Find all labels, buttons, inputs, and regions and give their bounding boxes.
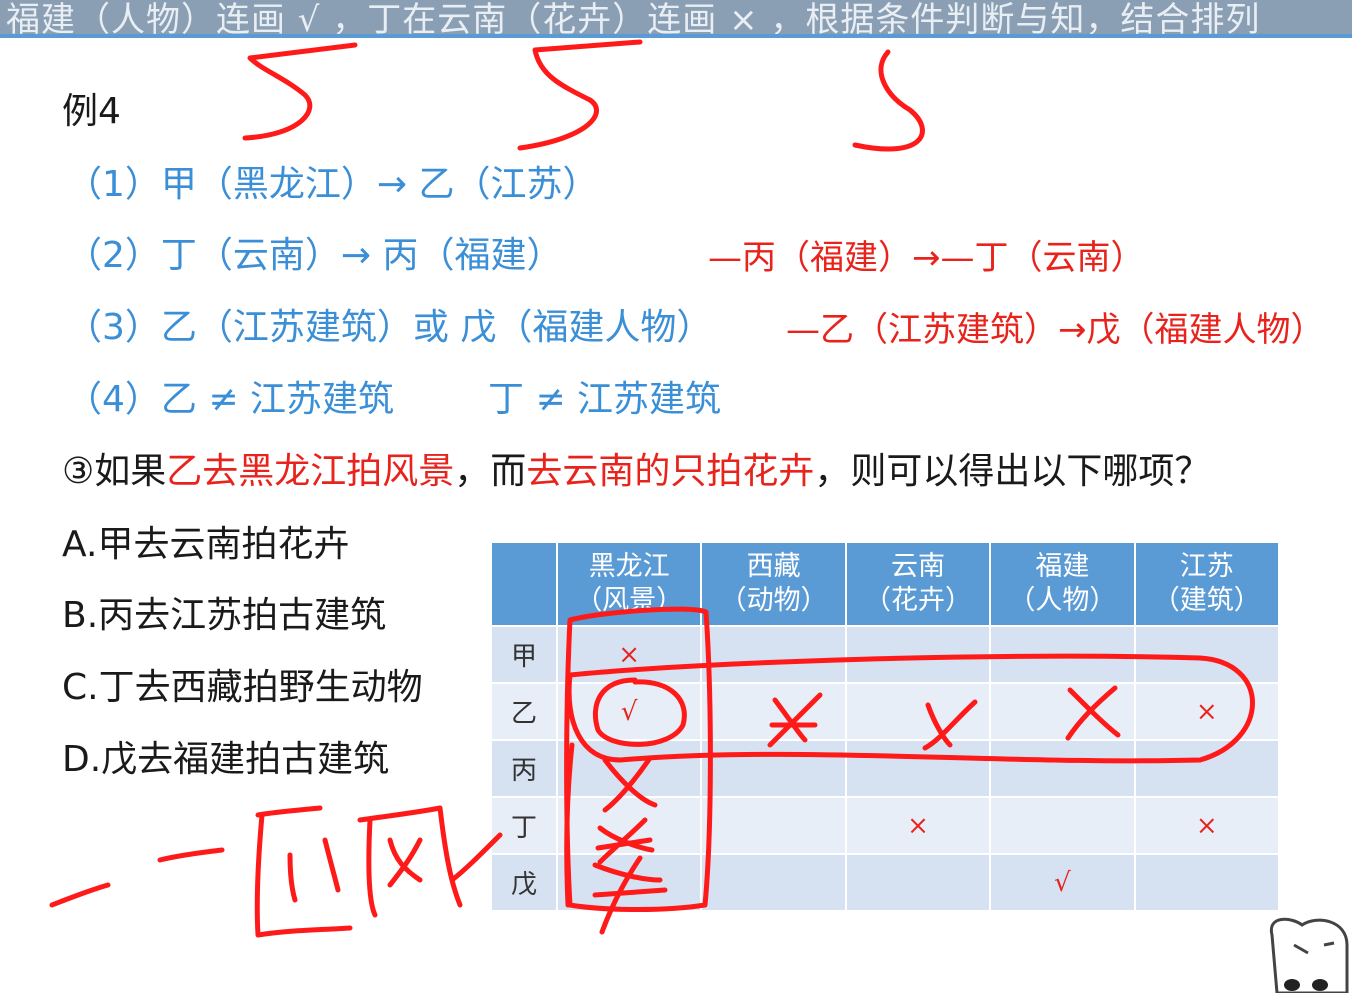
ink-five-3 [852,49,925,152]
table-cell [1133,853,1281,912]
table-cell [844,682,992,741]
option-a[interactable]: A.甲去云南拍花卉 [62,515,349,567]
ink-dash-1 [49,882,111,908]
table-cell [700,625,847,684]
condition-1: （1）甲（黑龙江）→ 乙（江苏） [66,164,599,205]
ink-five-2 [517,39,643,151]
table-cell [555,739,703,798]
table-row: 乙 √ × [490,682,1281,741]
condition-2: （2）丁（云南）→ 丙（福建） [66,235,563,276]
question-condition-1: 乙去黑龙江拍风景 [166,451,455,492]
table-row: 甲 × [490,625,1281,684]
condition-2-note: —丙（福建）→—丁（云南） [708,238,1145,278]
table-row: 丁 × × [490,796,1281,855]
table-cell: √ [555,682,703,741]
question-mid: ，而 [454,451,527,492]
table-cell [555,796,703,855]
table-cell: × [555,625,703,684]
option-d[interactable]: D.戊去福建拍古建筑 [62,730,389,782]
table-row: 丙 [490,739,1281,798]
condition-4-second: 丁 ≠ 江苏建筑 [488,379,722,420]
table-cell [555,853,703,912]
question-suffix: ，则可以得出以下哪项？ [814,451,1211,492]
table-cell [989,796,1136,855]
row-header: 丁 [490,796,558,855]
table-cell: √ [989,853,1136,912]
top-banner-border [0,34,1352,38]
table-cell: × [844,796,992,855]
question-condition-2: 去云南的只拍花卉 [526,451,815,492]
table-cell [700,739,847,798]
question-prefix: ③如果 [62,451,167,492]
logic-grid-table: 黑龙江 （风景） 西藏 （动物） 云南 （花卉） 福建 （人物） 江苏 （建筑） 甲 × … [490,541,1281,912]
row-header: 丙 [490,739,558,798]
table-cell [1133,739,1281,798]
mascot-icon [1269,917,1349,993]
table-header-row: 黑龙江 （风景） 西藏 （动物） 云南 （花卉） 福建 （人物） 江苏 （建筑） [490,541,1281,627]
condition-3-note: —乙（江苏建筑）→戊（福建人物） [786,310,1325,350]
table-cell: × [1133,796,1281,855]
header-fujian: 福建 （人物） [989,541,1136,627]
ink-five-1 [242,42,358,141]
table-cell [844,739,992,798]
table-cell [989,625,1136,684]
table-corner-cell [490,541,558,627]
top-banner-text: 福建（人物）连画 √ ，丁在云南（花卉）连画 × ，根据条件判断与知，结合排列 [6,0,1261,38]
row-header: 甲 [490,625,558,684]
question-text: ③如果乙去黑龙江拍风景，而去云南的只拍花卉，则可以得出以下哪项？ [62,442,1210,494]
table-cell [700,853,847,912]
header-xizang: 西藏 （动物） [700,541,847,627]
table-cell: × [1133,682,1281,741]
row-header: 乙 [490,682,558,741]
table-cell [844,853,992,912]
option-c[interactable]: C.丁去西藏拍野生动物 [62,658,423,710]
table-row: 戊 √ [490,853,1281,912]
example-title: 例4 [62,91,121,132]
option-b[interactable]: B.丙去江苏拍古建筑 [62,586,386,638]
table-cell [989,739,1136,798]
row-header: 戊 [490,853,558,912]
table-cell [989,682,1136,741]
top-banner: 福建（人物）连画 √ ，丁在云南（花卉）连画 × ，根据条件判断与知，结合排列 [0,0,1352,38]
ink-dash-2 [157,847,225,863]
ink-char-1 [254,805,353,938]
ink-char-2 [287,837,341,903]
ink-char-3 [357,805,463,918]
condition-3: （3）乙（江苏建筑）或 戊（福建人物） [66,307,713,348]
header-yunnan: 云南 （花卉） [844,541,992,627]
header-heilongjiang: 黑龙江 （风景） [555,541,703,627]
table-cell [700,796,847,855]
table-cell [1133,625,1281,684]
table-cell [700,682,847,741]
header-jiangsu: 江苏 （建筑） [1133,541,1281,627]
condition-4: （4）乙 ≠ 江苏建筑 [66,379,394,420]
table-cell [844,625,992,684]
